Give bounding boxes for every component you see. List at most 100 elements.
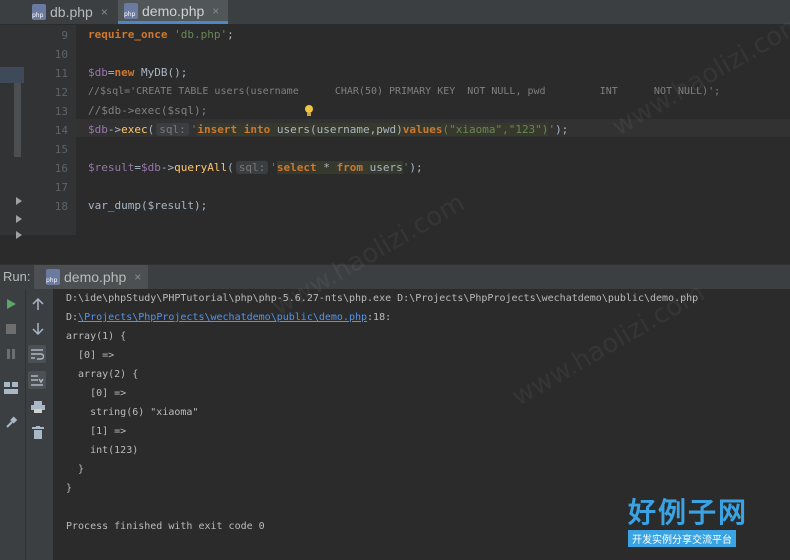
tab-demo-php[interactable]: demo.php × xyxy=(118,0,228,24)
code-text: MyDB(); xyxy=(134,66,188,79)
console-line: [1] => xyxy=(66,426,127,437)
tab-label: db.php xyxy=(50,4,93,20)
string: ' xyxy=(270,161,277,174)
line-number: 16 xyxy=(54,162,68,175)
keyword: new xyxy=(114,66,135,79)
expand-arrow-icon[interactable] xyxy=(16,215,22,223)
logo-subtitle: 开发实例分享交流平台 xyxy=(628,530,736,547)
stop-icon[interactable] xyxy=(2,320,20,338)
method: queryAll xyxy=(174,161,228,174)
operator: = xyxy=(134,161,141,174)
operator: -> xyxy=(107,123,122,136)
variable: $result xyxy=(88,161,135,174)
punct: ; xyxy=(227,28,234,41)
close-icon[interactable]: × xyxy=(134,270,141,284)
parameter-hint: sql: xyxy=(235,161,269,174)
down-arrow-icon[interactable] xyxy=(29,320,47,338)
variable: $db xyxy=(88,123,108,136)
punct: ( xyxy=(227,161,234,174)
code-line-14: $db->exec(sql:'insert into users(usernam… xyxy=(88,121,568,139)
keyword: require_once xyxy=(88,28,168,41)
console-command: D:\ide\phpStudy\PHPTutorial\php\php-5.6.… xyxy=(66,293,699,304)
sql-text: users xyxy=(369,161,403,174)
code-line-16: $result=$db->queryAll(sql:'select * from… xyxy=(88,159,423,177)
parameter-hint: sql: xyxy=(156,123,189,136)
line-number: 18 xyxy=(54,200,68,213)
selection-indicator xyxy=(0,67,24,83)
editor-tab-bar: db.php × demo.php × xyxy=(0,0,790,25)
console-path-line: D:\Projects\PhpProjects\wechatdemo\publi… xyxy=(66,312,391,323)
console-line: } xyxy=(66,464,85,475)
project-panel-strip xyxy=(0,25,24,239)
sql-keyword: from xyxy=(336,161,363,174)
scrollbar[interactable] xyxy=(14,83,21,157)
line-number: 11 xyxy=(54,67,68,80)
line-number: 9 xyxy=(61,29,68,42)
console-line: } xyxy=(66,483,73,494)
code-line-9: require_once 'db.php'; xyxy=(88,26,234,44)
sql-text: * xyxy=(323,161,330,174)
sql-values: ("xiaoma","123") xyxy=(442,123,549,136)
close-icon[interactable]: × xyxy=(101,5,108,19)
code-line-18: var_dump($result); xyxy=(88,199,208,212)
php-file-icon xyxy=(32,4,46,20)
lightbulb-icon[interactable] xyxy=(304,105,314,117)
scroll-to-end-icon[interactable] xyxy=(28,371,46,389)
sql-keyword: into xyxy=(243,123,271,136)
run-toolbar xyxy=(0,289,53,560)
punct: ( xyxy=(147,123,155,136)
console-line: [0] => xyxy=(66,350,115,361)
up-arrow-icon[interactable] xyxy=(29,295,47,313)
php-file-icon xyxy=(124,2,138,19)
console-exit-message: Process finished with exit code 0 xyxy=(66,521,265,532)
logo-title: 好例子网 xyxy=(628,496,749,529)
line-number: 13 xyxy=(54,105,68,118)
string: 'db.php' xyxy=(174,28,228,41)
sql-keyword: values xyxy=(402,123,443,136)
line-number: 10 xyxy=(54,48,68,61)
line-number: 12 xyxy=(54,86,68,99)
trash-icon[interactable] xyxy=(29,423,47,441)
line-number: 14 xyxy=(54,124,68,137)
sql-keyword: insert xyxy=(197,123,238,136)
path-prefix: D: xyxy=(66,312,79,323)
line-number: 17 xyxy=(54,181,68,194)
file-path-link[interactable]: \Projects\PhpProjects\wechatdemo\public\… xyxy=(78,312,367,323)
toolbar-divider xyxy=(25,289,26,560)
path-suffix: :18: xyxy=(367,312,392,323)
run-icon[interactable] xyxy=(2,295,20,313)
run-tool-header: Run: demo.php × xyxy=(0,264,790,289)
run-tab-demo-php[interactable]: demo.php × xyxy=(34,265,148,289)
expand-arrow-icon[interactable] xyxy=(16,231,22,239)
tab-label: demo.php xyxy=(142,2,205,19)
punct: ); xyxy=(409,161,423,174)
variable: $db xyxy=(140,161,161,174)
console-line: array(2) { xyxy=(66,369,139,380)
expand-arrow-icon[interactable] xyxy=(16,197,22,205)
sql-text: users(username,pwd) xyxy=(276,123,403,136)
layout-icon[interactable] xyxy=(2,379,20,397)
close-icon[interactable]: × xyxy=(212,4,219,18)
variable: $db xyxy=(88,66,108,79)
pin-icon[interactable] xyxy=(2,413,20,431)
tab-db-php[interactable]: db.php × xyxy=(32,0,114,24)
console-line: int(123) xyxy=(66,445,139,456)
pause-icon[interactable] xyxy=(2,345,20,363)
watermark-logo: 好例子网 开发实例分享交流平台 xyxy=(628,498,758,550)
console-line: array(1) { xyxy=(66,331,127,342)
line-number: 15 xyxy=(54,143,68,156)
operator: = xyxy=(107,66,115,79)
punct: ); xyxy=(555,123,569,136)
soft-wrap-icon[interactable] xyxy=(28,345,46,363)
line-number-gutter: 9 10 11 12 13 14 15 16 17 18 xyxy=(24,25,76,235)
code-editor[interactable]: 9 10 11 12 13 14 15 16 17 18 require_onc… xyxy=(0,25,790,239)
code-line-12: //$sql='CREATE TABLE users(username CHAR… xyxy=(88,86,721,97)
console-line: string(6) "xiaoma" xyxy=(66,407,199,418)
method: exec xyxy=(121,123,148,136)
print-icon[interactable] xyxy=(29,398,47,416)
code-line-11: $db=new MyDB(); xyxy=(88,64,187,82)
sql-keyword: select xyxy=(276,161,317,174)
php-file-icon xyxy=(46,269,60,285)
console-line: [0] => xyxy=(66,388,127,399)
code-line-13: //$db->exec($sql); xyxy=(88,104,208,117)
